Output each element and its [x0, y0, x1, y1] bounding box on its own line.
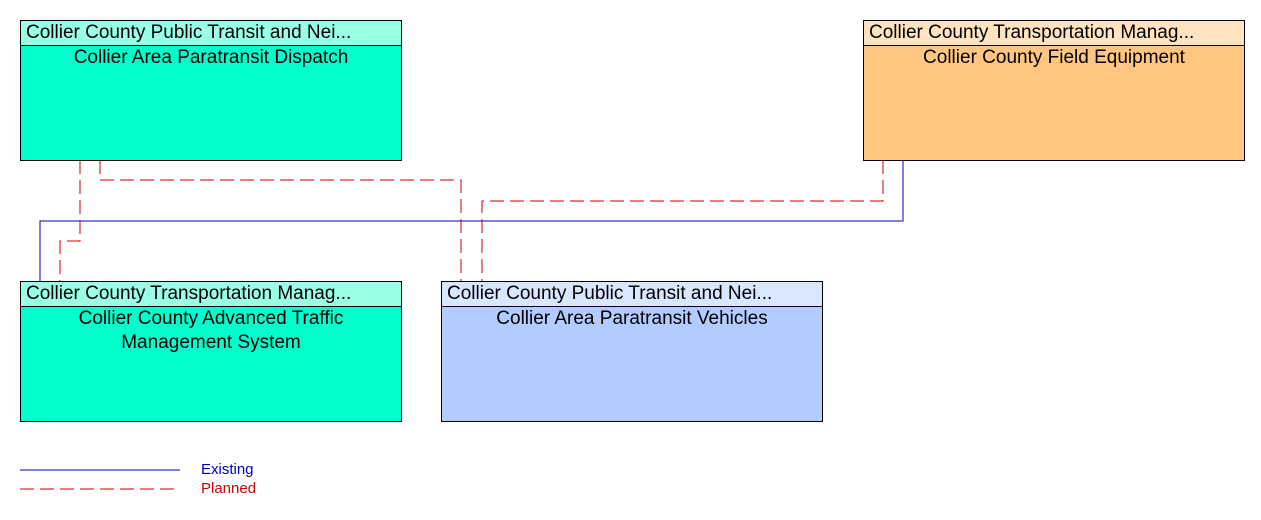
node-title: Collier County Field Equipment	[923, 47, 1185, 68]
legend-existing-label: Existing	[201, 461, 254, 478]
node-title: Collier Area Paratransit Vehicles	[496, 308, 768, 329]
node-header: Collier County Transportation Manag...	[864, 21, 1244, 46]
node-title: Collier Area Paratransit Dispatch	[73, 47, 349, 68]
node-title: Collier County Advanced Traffic Manageme…	[78, 308, 344, 353]
node-advanced-traffic-management[interactable]: Collier County Transportation Manag... C…	[20, 281, 402, 422]
node-field-equipment[interactable]: Collier County Transportation Manag... C…	[863, 20, 1245, 161]
node-paratransit-vehicles[interactable]: Collier County Public Transit and Nei...…	[441, 281, 823, 422]
node-header: Collier County Public Transit and Nei...	[442, 282, 822, 307]
legend-planned-label: Planned	[201, 480, 257, 497]
node-header: Collier County Public Transit and Nei...	[21, 21, 401, 46]
diagram-canvas: Collier County Public Transit and Nei...…	[0, 0, 1261, 520]
node-paratransit-dispatch[interactable]: Collier County Public Transit and Nei...…	[20, 20, 402, 161]
existing-flow-atms-field-equipment	[39, 160, 904, 281]
node-header: Collier County Transportation Manag...	[21, 282, 401, 307]
